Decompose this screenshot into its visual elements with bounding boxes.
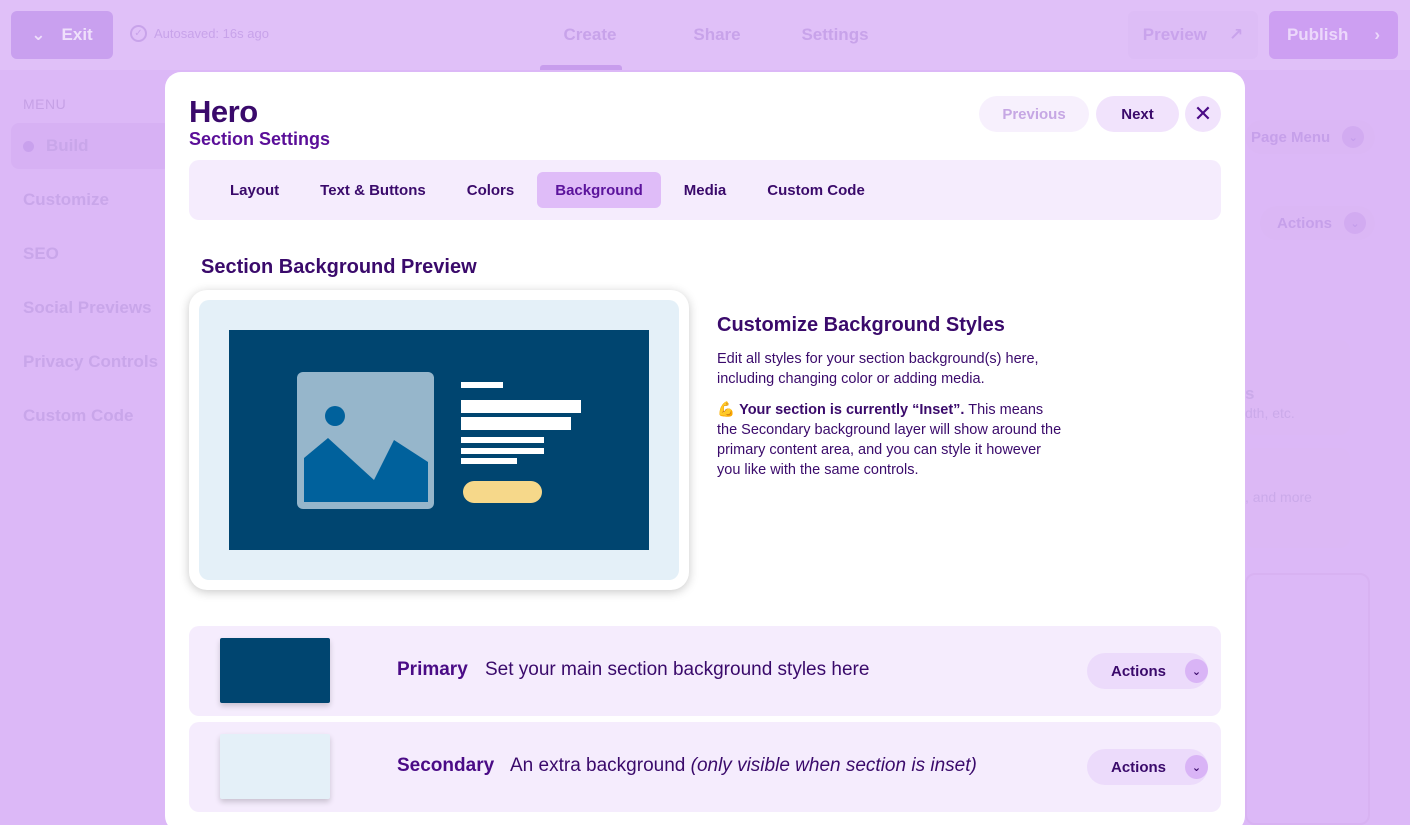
tab-media[interactable]: Media	[666, 172, 745, 208]
modal-subtitle: Section Settings	[189, 129, 331, 149]
preview-button[interactable]: Preview ↗	[1128, 11, 1258, 59]
layer-name: Secondary	[397, 755, 495, 776]
sidebar-item-custom-code[interactable]: Custom Code	[23, 406, 134, 426]
top-tabs: Create Share Settings	[540, 0, 894, 70]
actions-label: Actions	[1111, 758, 1167, 776]
info-title: Customize Background Styles	[717, 314, 1005, 336]
info-description: Edit all styles for your section backgro…	[717, 351, 1039, 387]
tab-share[interactable]: Share	[658, 0, 776, 70]
next-button[interactable]: Next	[1096, 96, 1179, 132]
sidebar-item-build[interactable]: Build	[11, 123, 171, 169]
external-link-icon: ↗	[1229, 25, 1244, 44]
menu-heading: MENU	[23, 96, 67, 112]
section-mockup-illustration	[297, 372, 581, 509]
layer-desc-italic: (only visible when section is inset)	[690, 755, 977, 776]
chevron-down-icon: ⌄	[1185, 755, 1208, 779]
exit-label: Exit	[61, 25, 93, 44]
page-menu-label: Page Menu	[1251, 128, 1331, 146]
actions-button[interactable]: Actions ⌄	[1087, 653, 1208, 689]
layer-desc-text: An extra background	[510, 755, 691, 776]
autosave-text: Autosaved: 16s ago	[154, 26, 269, 41]
tab-text-buttons[interactable]: Text & Buttons	[302, 172, 444, 208]
secondary-background-preview	[199, 300, 679, 580]
sidebar-item-seo[interactable]: SEO	[23, 244, 59, 264]
bg-card-text: , and more	[1245, 489, 1312, 505]
chevron-down-icon: ⌄	[1344, 212, 1367, 234]
chevron-down-icon: ⌄	[1185, 659, 1208, 683]
background-preview	[189, 290, 689, 590]
publish-label: Publish	[1286, 25, 1349, 44]
actions-label: Actions	[1111, 662, 1167, 680]
image-placeholder-icon	[297, 372, 434, 509]
chevron-down-icon: ⌄	[1342, 126, 1365, 148]
autosave-status: ✓ Autosaved: 16s ago	[130, 25, 269, 42]
tab-settings[interactable]: Settings	[776, 0, 894, 70]
actions-button-bg[interactable]: Actions ⌄	[1260, 206, 1375, 240]
bg-card	[1245, 573, 1370, 825]
secondary-swatch[interactable]	[220, 734, 330, 799]
tab-background[interactable]: Background	[537, 172, 661, 208]
layer-description: An extra background (only visible when s…	[510, 755, 977, 777]
check-circle-icon: ✓	[130, 25, 147, 42]
bg-card-title: s	[1245, 384, 1255, 403]
active-dot-icon	[23, 140, 34, 152]
tab-custom-code[interactable]: Custom Code	[749, 172, 883, 208]
chevron-down-icon: ⌄	[31, 25, 46, 44]
right-background-panel: Page Menu ⌄ Actions ⌄ s dth, etc. , and …	[1245, 70, 1410, 825]
sidebar-item-privacy-controls[interactable]: Privacy Controls	[23, 352, 158, 372]
primary-background-preview	[229, 330, 649, 550]
tab-colors[interactable]: Colors	[449, 172, 533, 208]
layer-row-secondary: Secondary An extra background (only visi…	[189, 722, 1221, 812]
tab-create[interactable]: Create	[540, 0, 640, 70]
button-placeholder-icon	[463, 481, 542, 503]
inset-note-bold: Your section is currently “Inset”.	[739, 402, 965, 418]
exit-button[interactable]: ⌄ Exit	[11, 11, 113, 59]
tab-layout[interactable]: Layout	[212, 172, 297, 208]
preview-heading: Section Background Preview	[201, 256, 477, 278]
page-menu-button[interactable]: Page Menu ⌄	[1245, 120, 1375, 154]
preview-label: Preview	[1142, 25, 1207, 44]
actions-label: Actions	[1277, 214, 1333, 232]
publish-button[interactable]: Publish ›	[1269, 11, 1398, 59]
close-icon[interactable]: ✕	[1185, 96, 1221, 132]
layer-name: Primary	[397, 659, 468, 680]
chevron-right-icon: ›	[1374, 25, 1381, 44]
section-settings-modal: Hero Section Settings Previous Next ✕ La…	[165, 72, 1245, 825]
settings-tabs: Layout Text & Buttons Colors Background …	[189, 160, 1221, 220]
inset-note: 💪 Your section is currently “Inset”. Thi…	[717, 400, 1067, 480]
modal-title: Hero	[189, 94, 258, 129]
sidebar-item-social-previews[interactable]: Social Previews	[23, 298, 152, 318]
bg-card-text: dth, etc.	[1245, 405, 1295, 421]
text-lines-icon	[461, 382, 581, 464]
flexed-biceps-icon: 💪	[717, 402, 736, 418]
side-menu: MENU Build Customize SEO Social Previews…	[0, 70, 171, 825]
layer-desc-text: Set your main section background styles …	[485, 659, 870, 680]
sidebar-item-customize[interactable]: Customize	[23, 190, 109, 210]
layer-row-primary: Primary Set your main section background…	[189, 626, 1221, 716]
primary-swatch[interactable]	[220, 638, 330, 703]
top-bar: ⌄ Exit ✓ Autosaved: 16s ago Create Share…	[0, 0, 1410, 70]
actions-button[interactable]: Actions ⌄	[1087, 749, 1208, 785]
sidebar-item-label: Build	[46, 136, 89, 155]
previous-button[interactable]: Previous	[979, 96, 1089, 132]
layer-description: Set your main section background styles …	[485, 659, 869, 681]
